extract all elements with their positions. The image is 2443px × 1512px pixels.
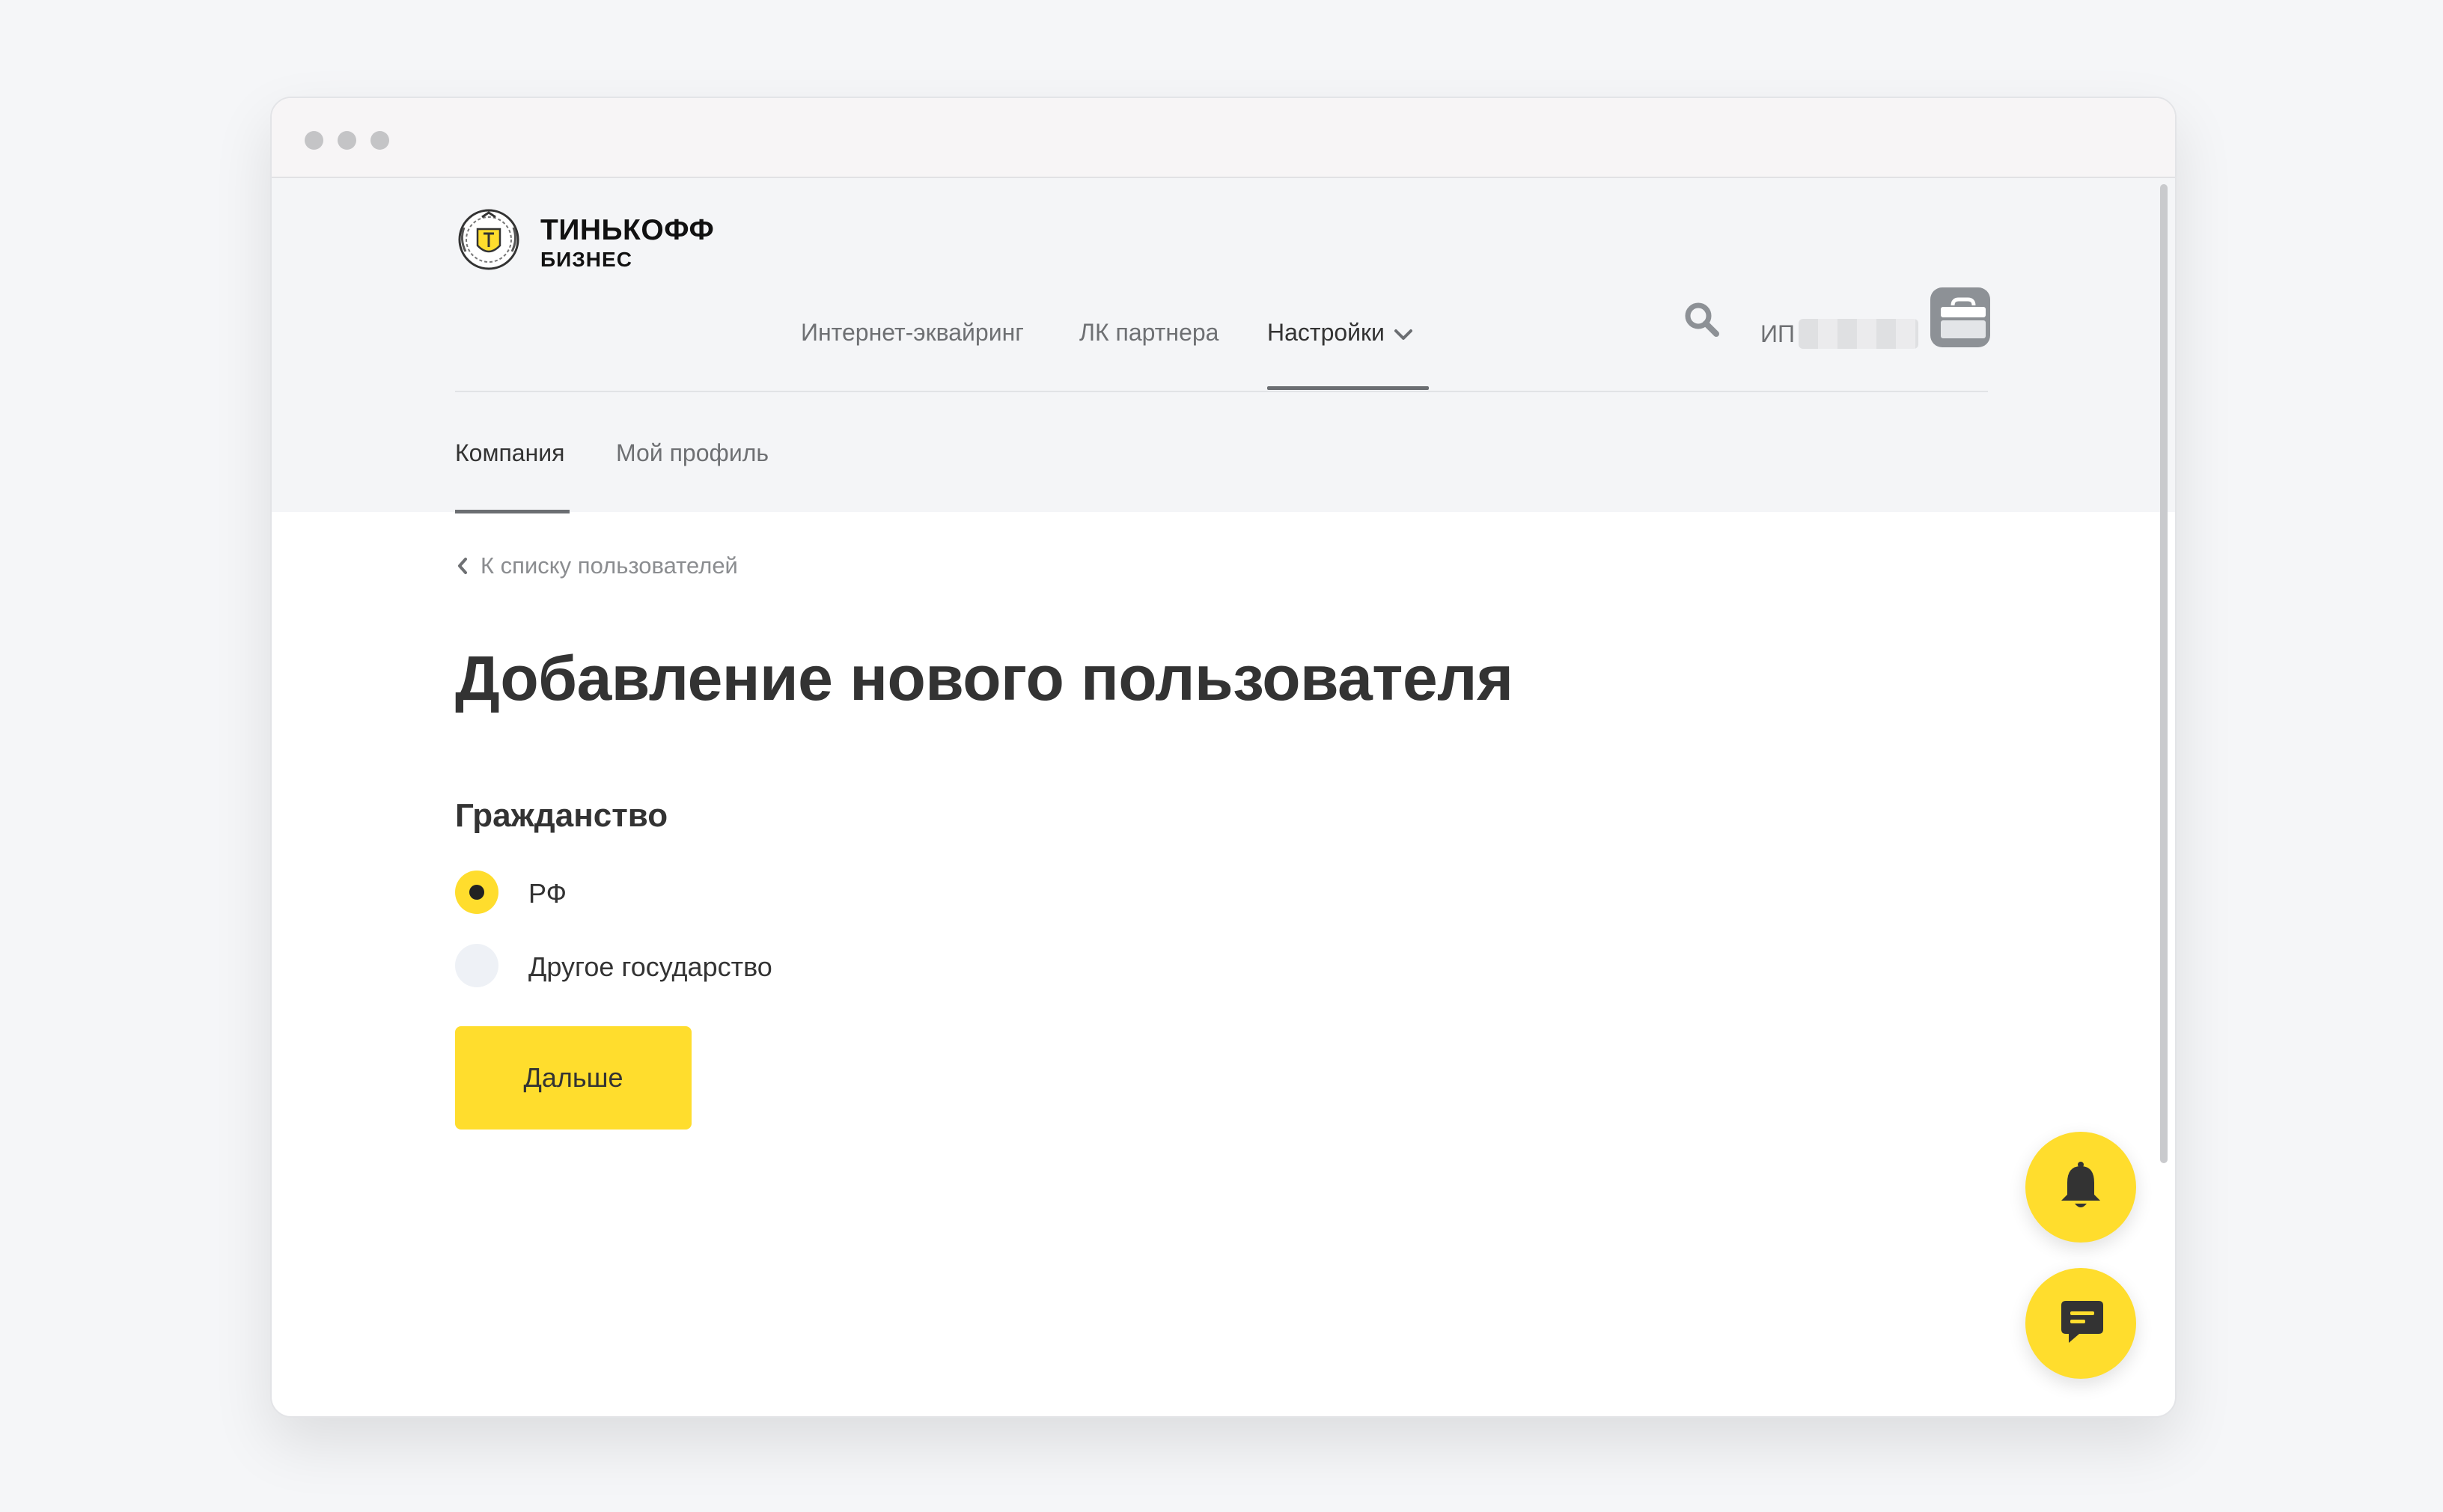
subnav-tab-company[interactable]: Компания [455,439,564,467]
subnav-tab-my-profile[interactable]: Мой профиль [616,439,769,467]
next-button[interactable]: Дальше [455,1026,692,1130]
chevron-down-icon [1394,329,1412,340]
nav-item-internet-acquiring[interactable]: Интернет-эквайринг [801,319,1024,347]
subnav-active-indicator [455,510,570,513]
back-to-users-link[interactable]: К списку пользователей [455,552,738,579]
emblem-icon [458,209,519,270]
account-avatar[interactable] [1930,287,1990,347]
site-header: ТИНЬКОФФ БИЗНЕС Интернет-эквайринг ЛК па… [272,178,2175,512]
radio-button-unchecked[interactable] [455,944,498,987]
chat-button[interactable] [2025,1268,2136,1379]
bell-icon [2061,1162,2100,1207]
briefcase-icon [1941,297,1986,338]
logo-text: ТИНЬКОФФ БИЗНЕС [540,216,714,270]
browser-window: ТИНЬКОФФ БИЗНЕС Интернет-эквайринг ЛК па… [270,97,2177,1418]
nav-item-settings[interactable]: Настройки [1267,319,1415,347]
logo-line-1: ТИНЬКОФФ [540,214,715,246]
nav-item-settings-label: Настройки [1267,319,1385,346]
nav-item-partner-account[interactable]: ЛК партнера [1079,319,1219,347]
search-icon[interactable] [1683,300,1721,339]
window-minimize-dot[interactable] [338,131,356,150]
scrollbar[interactable] [2160,184,2168,1163]
radio-label-other: Другое государство [528,951,772,982]
nav-active-indicator [1267,386,1429,390]
window-close-dot[interactable] [305,131,323,150]
notifications-button[interactable] [2025,1132,2136,1243]
page-title: Добавление нового пользователя [455,643,1513,713]
window-maximize-dot[interactable] [370,131,389,150]
logo-line-2: БИЗНЕС [540,248,632,271]
window-titlebar [272,98,2175,178]
radio-button-checked[interactable] [455,871,498,914]
company-name-redacted[interactable] [1799,319,1918,349]
back-link-label: К списку пользователей [481,552,738,579]
citizenship-title: Гражданство [455,797,668,834]
company-type-label[interactable]: ИП [1760,320,1795,348]
radio-label-rf: РФ [528,878,567,909]
tinkoff-business-logo[interactable]: ТИНЬКОФФ БИЗНЕС [455,208,739,271]
chat-icon [2061,1301,2103,1343]
chevron-left-icon [458,558,467,574]
header-divider [455,391,1988,392]
